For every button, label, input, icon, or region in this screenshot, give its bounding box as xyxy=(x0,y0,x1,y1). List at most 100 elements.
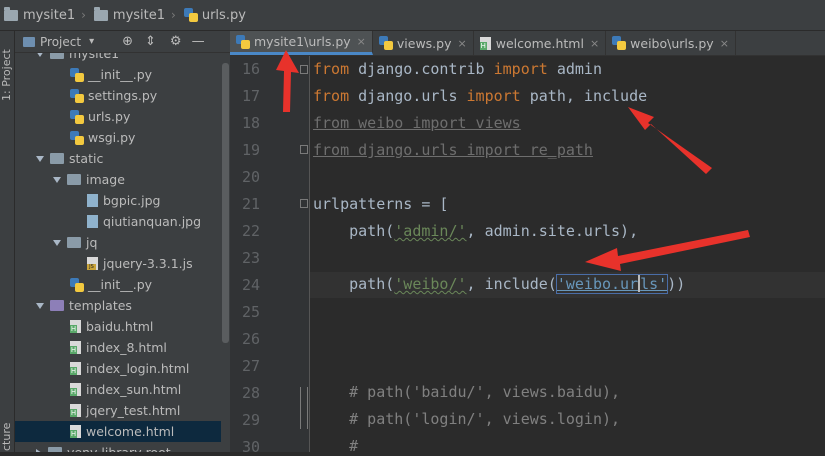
python-file-icon xyxy=(70,130,84,145)
tree-item[interactable]: welcome.html xyxy=(15,421,221,442)
image-file-icon xyxy=(87,215,98,228)
locate-icon[interactable]: ⊕ xyxy=(122,34,133,49)
close-tab-icon[interactable]: × xyxy=(720,37,729,50)
editor-tab[interactable]: mysite1\urls.py × xyxy=(230,31,373,55)
python-file-icon xyxy=(70,277,84,292)
code-editor[interactable]: from django.contrib import admin from dj… xyxy=(310,56,825,452)
html-file-icon xyxy=(70,383,81,396)
tree-item-label: settings.py xyxy=(88,88,158,103)
expand-arrow-icon[interactable] xyxy=(53,176,61,183)
tree-item[interactable]: bgpic.jpg xyxy=(15,190,221,211)
breadcrumb-file[interactable]: urls.py xyxy=(180,0,250,30)
tree-item-label: venv library root xyxy=(67,445,171,452)
code-line-22: path('admin/', admin.site.urls), xyxy=(313,222,639,240)
settings-gear-icon[interactable]: ⚙ xyxy=(170,34,182,49)
fold-marker-icon[interactable] xyxy=(300,145,308,154)
breadcrumb-label: mysite1 xyxy=(23,7,76,23)
tree-item[interactable]: urls.py xyxy=(15,106,221,127)
tree-item[interactable]: __init__.py xyxy=(15,64,221,85)
folder-icon xyxy=(4,6,18,21)
line-number: 18 xyxy=(241,114,260,132)
code-line-17: from django.urls import path, include xyxy=(313,87,648,105)
tree-item[interactable]: settings.py xyxy=(15,85,221,106)
tree-scrollbar[interactable] xyxy=(221,53,230,452)
collapse-arrow-icon[interactable] xyxy=(36,448,42,452)
code-line-16: from django.contrib import admin xyxy=(313,60,602,78)
breadcrumb-separator-icon: › xyxy=(81,8,86,22)
tree-item-label: qiutianquan.jpg xyxy=(103,214,202,229)
tree-item[interactable]: index_8.html xyxy=(15,337,221,358)
code-line-24: path('weibo/', include('weibo.ur ls')) xyxy=(313,274,686,294)
expand-arrow-icon[interactable] xyxy=(36,155,44,162)
html-file-icon xyxy=(70,425,81,438)
hide-panel-icon[interactable]: — xyxy=(192,34,205,49)
editor-tab-label: mysite1\urls.py xyxy=(254,34,351,49)
folder-icon xyxy=(93,6,108,21)
tree-item-label: index_8.html xyxy=(86,340,167,355)
tree-item[interactable]: jquery-3.3.1.js xyxy=(15,253,221,274)
code-line-29: # path('login/', views.login), xyxy=(313,410,621,428)
html-file-icon xyxy=(70,341,81,354)
navigation-bar: mysite1 › mysite1 › urls.py xyxy=(0,0,825,31)
tree-item[interactable]: static xyxy=(15,148,221,169)
collapse-all-icon[interactable]: ⇕ xyxy=(145,34,156,49)
tree-item[interactable]: templates xyxy=(15,295,221,316)
fold-marker-icon[interactable] xyxy=(300,65,308,74)
expand-arrow-icon[interactable] xyxy=(36,302,44,309)
line-number: 30 xyxy=(241,438,260,456)
folder-icon xyxy=(50,153,64,164)
project-panel-title[interactable]: Project xyxy=(40,35,81,49)
structure-tool-tab[interactable]: cture xyxy=(0,423,14,451)
breadcrumb-folder[interactable]: mysite1 › xyxy=(90,0,180,30)
python-file-icon xyxy=(70,88,84,103)
breadcrumb-label: urls.py xyxy=(201,7,246,23)
string-weibo-urls[interactable]: 'weibo.ur ls' xyxy=(555,274,669,294)
python-file-icon xyxy=(70,109,84,124)
left-tool-strip: 1: Project cture xyxy=(0,31,15,452)
breadcrumb-label: mysite1 xyxy=(112,7,166,23)
close-tab-icon[interactable]: × xyxy=(458,37,467,50)
image-file-icon xyxy=(87,194,98,207)
tree-item-label: jq xyxy=(86,235,98,250)
view-dropdown-icon[interactable]: ▾ xyxy=(89,36,94,47)
javascript-file-icon xyxy=(87,257,98,270)
close-tab-icon[interactable]: × xyxy=(590,37,599,50)
close-tab-icon[interactable]: × xyxy=(357,35,366,48)
line-number: 17 xyxy=(241,87,260,105)
expand-arrow-icon[interactable] xyxy=(53,239,61,246)
html-file-icon xyxy=(479,36,491,50)
editor-tab[interactable]: welcome.html × xyxy=(474,31,607,55)
tree-item[interactable]: __init__.py xyxy=(15,274,221,295)
tree-item[interactable]: baidu.html xyxy=(15,316,221,337)
tree-item-label: index_login.html xyxy=(86,361,190,376)
html-file-icon xyxy=(70,362,81,375)
breadcrumb-project[interactable]: mysite1 › xyxy=(0,0,90,30)
editor-tab[interactable]: weibo\urls.py × xyxy=(606,31,736,55)
tree-item[interactable]: image xyxy=(15,169,221,190)
breadcrumb-separator-icon: › xyxy=(171,8,176,22)
editor-tab[interactable]: views.py × xyxy=(373,31,474,55)
tree-item[interactable]: jq xyxy=(15,232,221,253)
python-file-icon xyxy=(70,67,84,82)
tree-item[interactable]: venv library root xyxy=(15,442,221,452)
tree-item[interactable]: index_login.html xyxy=(15,358,221,379)
tree-item[interactable]: jqery_test.html xyxy=(15,400,221,421)
tree-item[interactable]: qiutianquan.jpg xyxy=(15,211,221,232)
fold-marker-icon[interactable] xyxy=(300,199,308,208)
tree-item[interactable]: wsgi.py xyxy=(15,127,221,148)
tree-scrollbar-thumb[interactable] xyxy=(222,63,229,343)
project-panel-header: Project ▾ ⊕ ⇕ ⚙ — xyxy=(15,31,230,53)
editor-tab-label: welcome.html xyxy=(495,35,584,51)
line-number: 16 xyxy=(241,60,260,78)
line-number: 25 xyxy=(241,303,260,321)
folder-icon xyxy=(48,447,62,452)
project-tool-tab[interactable]: 1: Project xyxy=(0,35,14,115)
expand-arrow-icon[interactable] xyxy=(36,53,44,57)
tree-item-label: __init__.py xyxy=(88,67,153,82)
python-file-icon xyxy=(612,36,627,50)
tree-item[interactable]: mysite1 xyxy=(15,53,221,64)
tree-item-label: urls.py xyxy=(88,109,131,124)
tree-item[interactable]: index_sun.html xyxy=(15,379,221,400)
html-file-icon xyxy=(70,320,81,333)
tree-item-label: mysite1 xyxy=(69,53,120,61)
